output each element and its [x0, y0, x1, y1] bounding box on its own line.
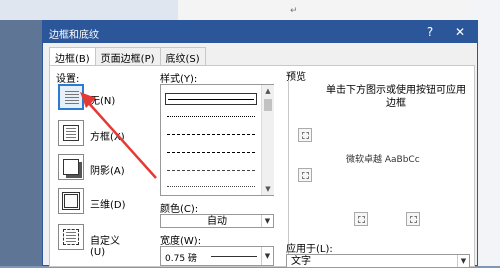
annotation-arrow-line: [85, 99, 157, 179]
annotation-arrow-head: [80, 92, 96, 108]
annotation-arrow: [80, 92, 157, 179]
